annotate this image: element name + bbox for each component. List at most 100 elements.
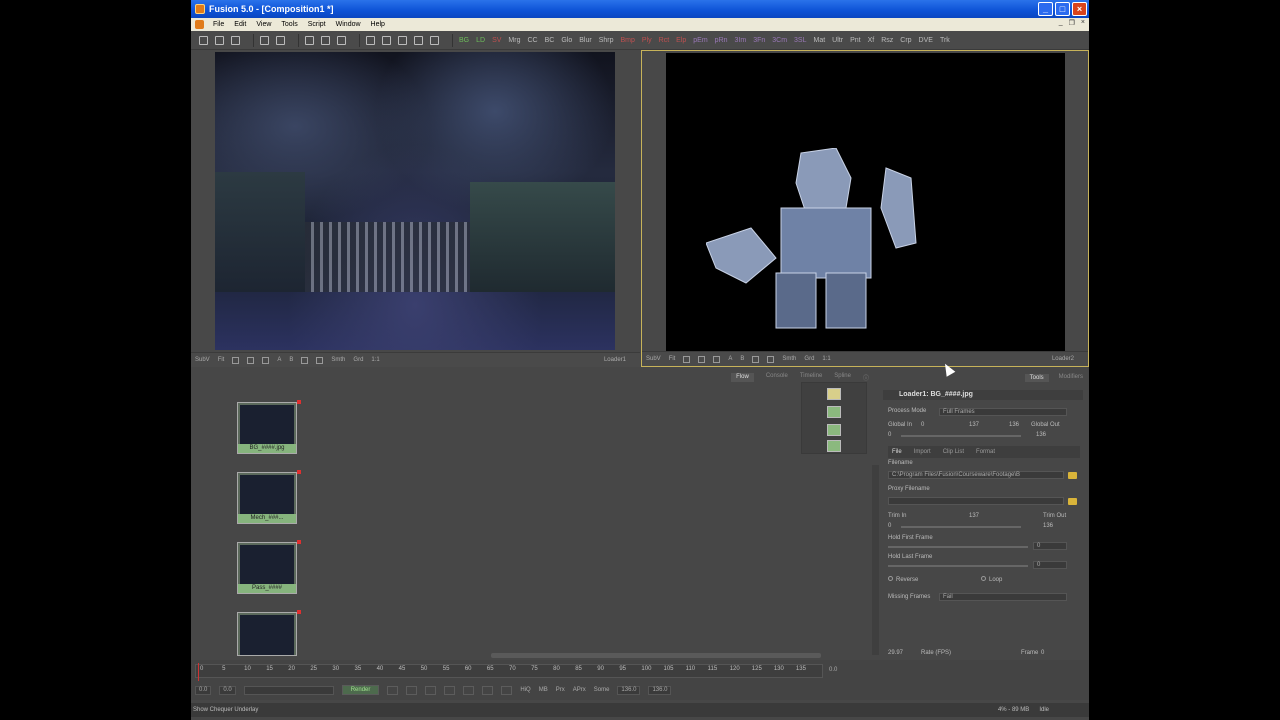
node-output-icon[interactable] — [297, 470, 301, 474]
tool-resize-button[interactable]: Rsz — [881, 37, 893, 44]
tool-sharpen-button[interactable]: Shrp — [599, 37, 614, 44]
hold-first-frame-slider[interactable] — [888, 546, 1028, 548]
process-mode-select[interactable]: Full Frames — [939, 408, 1067, 416]
undo-icon[interactable] — [305, 35, 314, 45]
rectangle-icon[interactable] — [698, 355, 706, 363]
trim-range-slider[interactable] — [901, 526, 1021, 528]
layout-split-icon[interactable] — [382, 35, 391, 45]
rectangle-icon[interactable] — [247, 356, 255, 364]
doc-icon[interactable] — [195, 20, 204, 29]
tab-timeline[interactable]: Timeline — [800, 373, 822, 382]
tool-header[interactable]: Loader1: BG_####.jpg — [883, 390, 1083, 400]
flow-horizontal-scrollbar[interactable] — [491, 653, 821, 658]
tool-polygon-button[interactable]: Ply — [642, 37, 652, 44]
subtab-import[interactable]: Import — [914, 449, 931, 455]
layout-stack-icon[interactable] — [430, 35, 439, 45]
viewer-right-image[interactable] — [666, 53, 1065, 351]
mdi-minimize-icon[interactable]: _ — [1059, 19, 1063, 27]
flow-navigator[interactable] — [801, 382, 867, 454]
mdi-close-icon[interactable]: × — [1081, 19, 1085, 27]
first-frame-icon[interactable] — [387, 685, 399, 695]
prx-toggle[interactable]: Prx — [556, 687, 565, 693]
play-reverse-icon[interactable] — [425, 685, 437, 695]
global-range-slider[interactable] — [901, 435, 1021, 437]
layout-single-icon[interactable] — [366, 35, 375, 45]
global-start-field[interactable]: 0.0 — [195, 685, 212, 695]
fit-button[interactable]: Fit — [669, 356, 676, 362]
ellipse-icon[interactable] — [262, 356, 270, 364]
tool-ellipse-button[interactable]: Elp — [676, 37, 686, 44]
tool-glow-button[interactable]: Glo — [561, 37, 572, 44]
paste-icon[interactable] — [276, 35, 285, 45]
tool-transform-button[interactable]: Xf — [868, 37, 875, 44]
minimize-button[interactable]: _ — [1038, 2, 1053, 16]
hold-first-frame-field[interactable]: 0 — [1033, 542, 1067, 550]
a-buffer-button[interactable]: A — [277, 357, 281, 363]
subview-button[interactable]: SubV — [195, 357, 210, 363]
tool-rectangle-button[interactable]: Rct — [659, 37, 670, 44]
menu-tools[interactable]: Tools — [277, 21, 301, 28]
new-icon[interactable] — [199, 35, 208, 45]
redo-icon[interactable] — [321, 35, 330, 45]
lock-icon[interactable] — [316, 356, 324, 364]
color-channels-icon[interactable] — [752, 355, 760, 363]
viewer-right[interactable]: SubV Fit A B Smth Grd 1:1 Loader2 — [641, 50, 1089, 367]
polyline-icon[interactable] — [232, 356, 240, 364]
hiq-toggle[interactable]: HiQ — [520, 687, 530, 693]
aprx-toggle[interactable]: APrx — [573, 687, 586, 693]
viewer-left-image[interactable] — [215, 52, 615, 350]
playhead[interactable] — [198, 663, 199, 681]
node-output-icon[interactable] — [297, 610, 301, 614]
flow-node-mech[interactable]: Mech_###... — [237, 470, 301, 524]
tool-3dcamera-button[interactable]: 3Cm — [772, 37, 787, 44]
tool-loader-button[interactable]: LD — [476, 37, 485, 44]
subtab-file[interactable]: File — [892, 449, 902, 455]
tool-3dspotlight-button[interactable]: 3SL — [794, 37, 806, 44]
smooth-button[interactable]: Smth — [782, 356, 796, 362]
filename-field[interactable]: C:\Program Files\Fusion\Courseware\Foota… — [888, 471, 1064, 479]
fit-button[interactable]: Fit — [218, 357, 225, 363]
tool-saver-button[interactable]: SV — [492, 37, 501, 44]
tool-3dfog-button[interactable]: 3Fn — [753, 37, 765, 44]
subtab-format[interactable]: Format — [976, 449, 995, 455]
play-icon[interactable] — [337, 35, 346, 45]
tool-3dimage-button[interactable]: 3Im — [735, 37, 747, 44]
proxy-filename-field[interactable] — [888, 497, 1064, 505]
global-end-field[interactable]: 136.0 — [648, 685, 672, 695]
info-icon[interactable]: ⓘ — [863, 373, 869, 382]
loop-check-icon[interactable] — [981, 576, 986, 581]
grid-button[interactable]: Grd — [804, 356, 814, 362]
node-output-icon[interactable] — [297, 540, 301, 544]
node-output-icon[interactable] — [297, 400, 301, 404]
ellipse-icon[interactable] — [713, 355, 721, 363]
b-buffer-button[interactable]: B — [289, 357, 293, 363]
missing-frames-select[interactable]: Fail — [939, 593, 1067, 601]
next-frame-icon[interactable] — [463, 685, 475, 695]
smooth-button[interactable]: Smth — [331, 357, 345, 363]
tab-flow[interactable]: Flow — [731, 373, 754, 382]
a-buffer-button[interactable]: A — [728, 356, 732, 362]
tool-bitmap-button[interactable]: Bmp — [621, 37, 635, 44]
grid-button[interactable]: Grd — [353, 357, 363, 363]
hold-last-frame-slider[interactable] — [888, 565, 1028, 567]
tool-bc-button[interactable]: BC — [545, 37, 555, 44]
menu-file[interactable]: File — [209, 21, 228, 28]
subview-button[interactable]: SubV — [646, 356, 661, 362]
tool-blur-button[interactable]: Blur — [579, 37, 591, 44]
b-buffer-button[interactable]: B — [740, 356, 744, 362]
prev-frame-icon[interactable] — [406, 685, 418, 695]
reverse-check-icon[interactable] — [888, 576, 893, 581]
tool-tracker-button[interactable]: Trk — [940, 37, 950, 44]
color-channels-icon[interactable] — [301, 356, 309, 364]
mdi-restore-icon[interactable]: ❐ — [1069, 19, 1075, 27]
polyline-icon[interactable] — [683, 355, 691, 363]
copy-icon[interactable] — [260, 35, 269, 45]
tool-dve-button[interactable]: DVE — [919, 37, 933, 44]
mb-toggle[interactable]: MB — [539, 687, 548, 693]
save-icon[interactable] — [231, 35, 240, 45]
reverse-checkbox[interactable]: Reverse — [888, 576, 918, 583]
menu-edit[interactable]: Edit — [230, 21, 250, 28]
close-button[interactable]: × — [1072, 2, 1087, 16]
tool-prender-button[interactable]: pRn — [715, 37, 728, 44]
flow-node-bg[interactable]: BG_####.jpg — [237, 400, 301, 454]
